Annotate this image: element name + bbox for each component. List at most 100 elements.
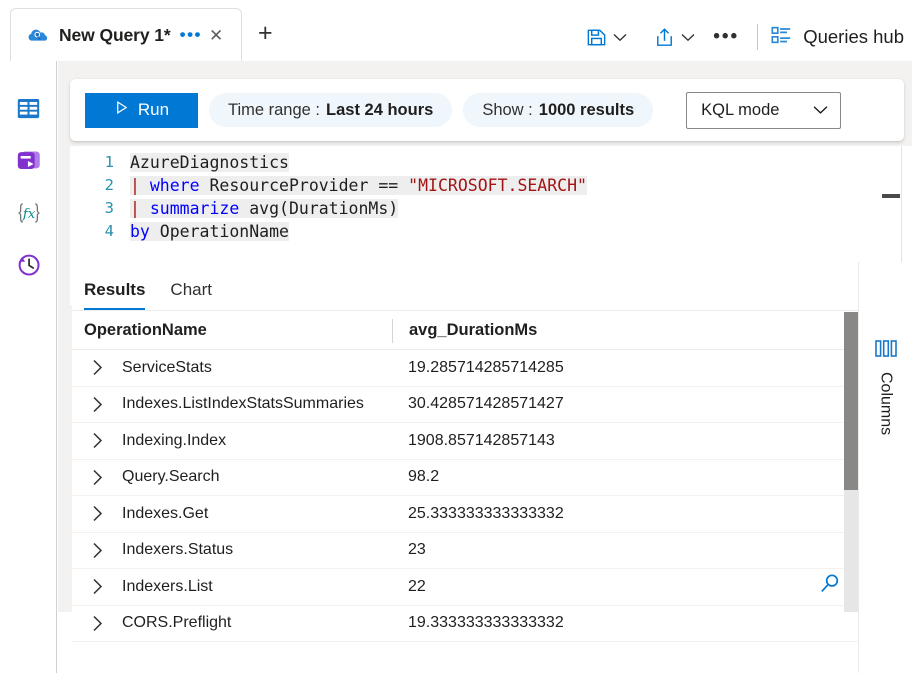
results-grid-body: ServiceStats19.285714285714285Indexes.Li… xyxy=(72,350,858,642)
code-line-text: | where ResourceProvider == "MICROSOFT.S… xyxy=(128,174,587,197)
code-token: OperationName xyxy=(150,222,289,241)
chevron-right-icon[interactable] xyxy=(72,542,122,559)
chevron-right-icon[interactable] xyxy=(72,505,122,522)
code-line-text: by OperationName xyxy=(128,220,289,243)
close-icon[interactable]: ✕ xyxy=(209,27,223,44)
query-tab-new-query-1[interactable]: New Query 1* ••• ✕ xyxy=(10,8,242,61)
chevron-right-icon[interactable] xyxy=(72,359,122,376)
run-button[interactable]: Run xyxy=(85,93,198,128)
export-share-button[interactable] xyxy=(649,22,699,52)
top-command-bar: ••• Queries hub xyxy=(581,22,904,52)
table-row[interactable]: Indexes.Get25.333333333333332 xyxy=(72,496,858,533)
code-line[interactable]: 4by OperationName xyxy=(70,220,912,243)
show-results-picker[interactable]: Show : 1000 results xyxy=(463,93,653,127)
queries-icon xyxy=(15,147,42,179)
time-range-picker[interactable]: Time range : Last 24 hours xyxy=(209,93,452,127)
table-row[interactable]: Query.Search98.2 xyxy=(72,460,858,497)
cell-operationname: Indexes.ListIndexStatsSummaries xyxy=(122,395,392,413)
azure-monitor-logs-icon xyxy=(27,24,49,46)
results-panel: Results Chart OperationName avg_DurationM… xyxy=(72,262,858,612)
left-rail: fx xyxy=(0,61,57,673)
cell-avg-durationms: 19.333333333333332 xyxy=(392,614,858,632)
results-scrollbar[interactable] xyxy=(844,312,858,612)
cell-avg-durationms: 30.428571428571427 xyxy=(392,395,858,413)
query-mode-select[interactable]: KQL mode xyxy=(686,92,841,129)
query-history-icon xyxy=(15,251,42,283)
show-label: Show : xyxy=(482,101,532,120)
code-token: by xyxy=(130,222,150,241)
table-row[interactable]: Indexing.Index1908.857142857143 xyxy=(72,423,858,460)
query-mode-value: KQL mode xyxy=(701,101,779,120)
table-row[interactable]: Indexers.Status23 xyxy=(72,533,858,570)
code-line[interactable]: 1AzureDiagnostics xyxy=(70,151,912,174)
cell-operationname: Indexing.Index xyxy=(122,432,392,450)
tables-icon xyxy=(15,95,42,127)
results-grid: OperationName avg_DurationMs ServiceStat… xyxy=(72,312,858,612)
chevron-down-icon[interactable] xyxy=(813,101,828,120)
code-token: | xyxy=(130,199,150,218)
show-value: 1000 results xyxy=(539,101,634,120)
tab-chart[interactable]: Chart xyxy=(170,280,212,310)
code-token: summarize xyxy=(150,199,239,218)
code-token: "MICROSOFT.SEARCH" xyxy=(408,176,587,195)
time-range-label: Time range : xyxy=(228,101,320,120)
results-grid-header: OperationName avg_DurationMs xyxy=(72,312,858,350)
queries-hub-label: Queries hub xyxy=(803,26,904,48)
query-editor[interactable]: 1AzureDiagnostics2| where ResourceProvid… xyxy=(70,146,912,277)
cell-operationname: Indexers.Status xyxy=(122,541,392,559)
cell-avg-durationms: 1908.857142857143 xyxy=(392,432,858,450)
table-row[interactable]: ServiceStats19.285714285714285 xyxy=(72,350,858,387)
save-button[interactable] xyxy=(581,22,631,52)
share-icon xyxy=(653,26,676,49)
chevron-right-icon[interactable] xyxy=(72,432,122,449)
tab-overflow-menu-icon[interactable]: ••• xyxy=(180,30,202,40)
code-line[interactable]: 2| where ResourceProvider == "MICROSOFT.… xyxy=(70,174,912,197)
queries-hub-button[interactable]: Queries hub xyxy=(770,24,904,51)
cell-avg-durationms: 98.2 xyxy=(392,468,858,486)
cell-operationname: CORS.Preflight xyxy=(122,614,392,632)
line-number: 4 xyxy=(70,220,128,243)
code-token: avg(DurationMs) xyxy=(239,199,398,218)
cell-operationname: Indexes.Get xyxy=(122,505,392,523)
column-header-avg-durationms[interactable]: avg_DurationMs xyxy=(393,321,858,340)
sidebar-item-functions[interactable]: fx xyxy=(0,189,57,241)
cell-avg-durationms: 22 xyxy=(392,578,858,596)
cell-avg-durationms: 25.333333333333332 xyxy=(392,505,858,523)
code-token: ResourceProvider == xyxy=(200,176,409,195)
tab-results[interactable]: Results xyxy=(84,280,145,310)
cell-operationname: Query.Search xyxy=(122,468,392,486)
cell-operationname: Indexers.List xyxy=(122,578,392,596)
sidebar-item-tables[interactable] xyxy=(0,85,57,137)
sidebar-item-queries[interactable] xyxy=(0,137,57,189)
cell-operationname: ServiceStats xyxy=(122,359,392,377)
editor-minimap-rule xyxy=(901,146,902,277)
more-commands-button[interactable]: ••• xyxy=(699,33,751,41)
table-row[interactable]: Indexers.List22 xyxy=(72,569,858,606)
save-icon xyxy=(585,26,608,49)
column-header-operationname[interactable]: OperationName xyxy=(72,321,392,340)
columns-panel-toggle[interactable]: Columns xyxy=(858,262,912,673)
chevron-right-icon[interactable] xyxy=(72,396,122,413)
editor-minimap-slider[interactable] xyxy=(882,194,900,198)
results-scrollbar-thumb[interactable] xyxy=(844,312,858,490)
query-editor-code[interactable]: 1AzureDiagnostics2| where ResourceProvid… xyxy=(70,146,912,277)
new-tab-button[interactable]: + xyxy=(258,22,273,44)
table-row[interactable]: CORS.Preflight19.333333333333332 xyxy=(72,606,858,643)
query-tab-title: New Query 1* xyxy=(59,25,171,46)
play-icon xyxy=(114,100,129,120)
functions-icon: fx xyxy=(15,199,43,232)
chevron-down-icon[interactable] xyxy=(681,33,695,42)
sidebar-item-query-history[interactable] xyxy=(0,241,57,293)
chevron-right-icon[interactable] xyxy=(72,615,122,632)
code-line[interactable]: 3| summarize avg(DurationMs) xyxy=(70,197,912,220)
code-token: where xyxy=(150,176,200,195)
line-number: 2 xyxy=(70,174,128,197)
chevron-right-icon[interactable] xyxy=(72,469,122,486)
code-token: | xyxy=(130,176,150,195)
code-token: AzureDiagnostics xyxy=(130,153,289,172)
chevron-down-icon[interactable] xyxy=(613,33,627,42)
code-line-text: AzureDiagnostics xyxy=(128,151,289,174)
table-row[interactable]: Indexes.ListIndexStatsSummaries30.428571… xyxy=(72,387,858,424)
chevron-right-icon[interactable] xyxy=(72,578,122,595)
code-line-text: | summarize avg(DurationMs) xyxy=(128,197,398,220)
